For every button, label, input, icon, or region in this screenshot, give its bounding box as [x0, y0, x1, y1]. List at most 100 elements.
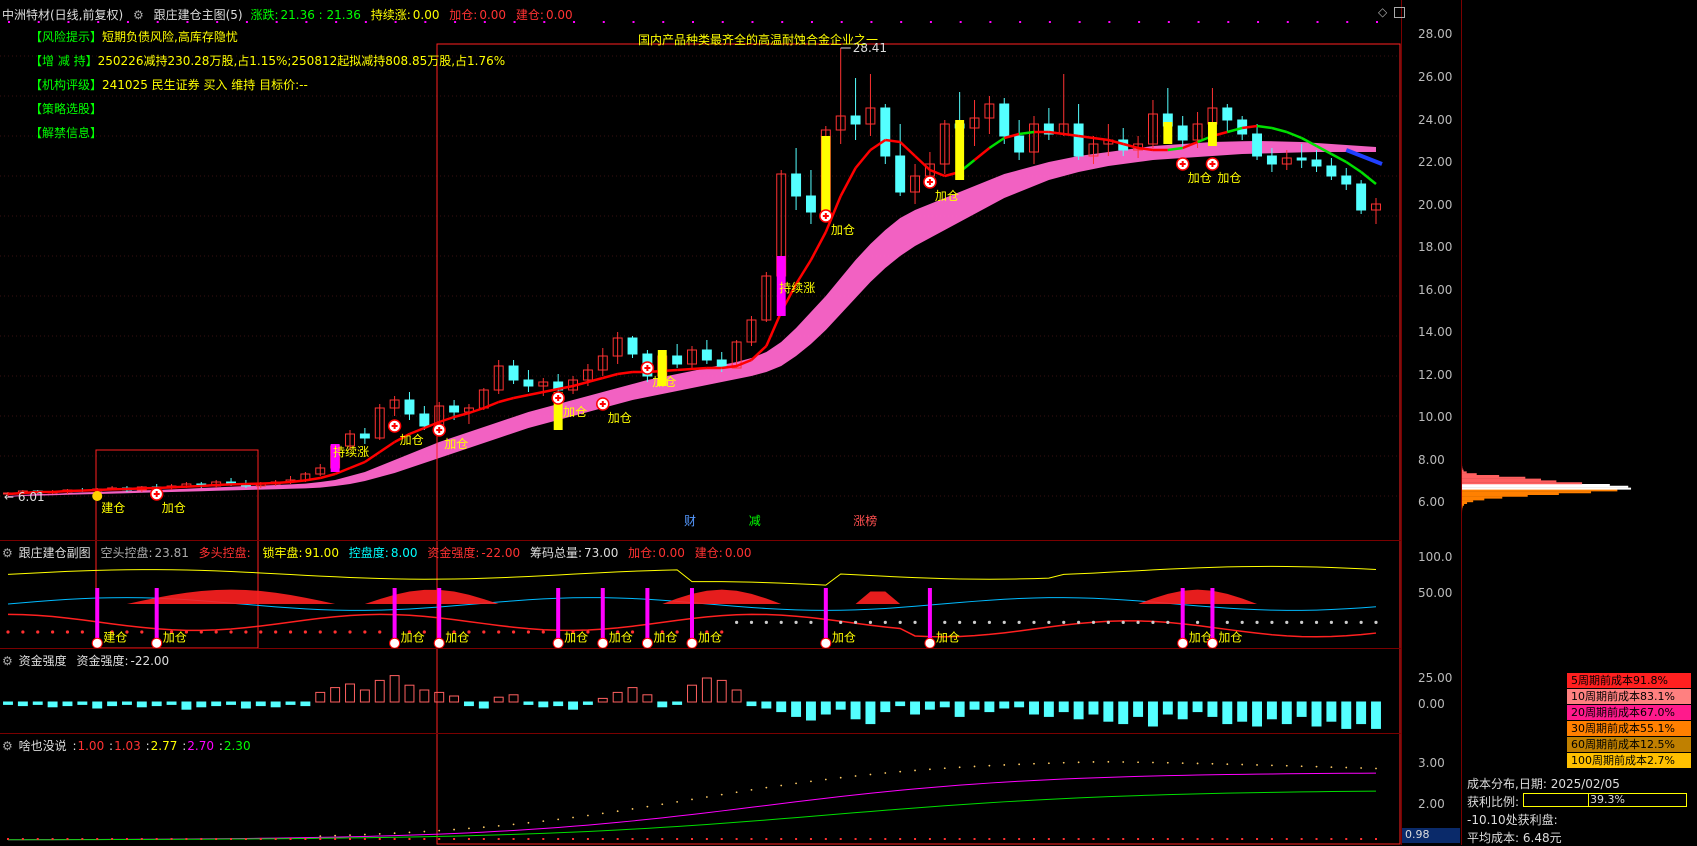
fund-bar	[911, 702, 920, 714]
candle-body	[1357, 184, 1366, 210]
panel-separator	[0, 733, 1402, 734]
sub3-base-dot	[676, 838, 678, 840]
sub3-base-dot	[364, 838, 366, 840]
sub1-dot	[899, 621, 902, 624]
fund-bar	[63, 702, 72, 706]
dot-marker	[1079, 21, 1081, 23]
info-key: 【风险提示】	[30, 30, 102, 44]
jc-value: 0.00	[479, 8, 506, 22]
fund-bar	[1178, 702, 1187, 719]
fund-bar	[420, 690, 429, 702]
sub3-name[interactable]: 啥也没说	[19, 739, 67, 753]
sub3-dot	[498, 825, 500, 827]
sub3-dot	[1093, 761, 1095, 763]
ma-line	[1346, 162, 1361, 172]
fund-bar	[583, 702, 592, 704]
d-value: 8.00	[391, 546, 418, 560]
fund-bar	[1208, 702, 1217, 716]
sub3-dot	[1167, 762, 1169, 764]
sub1-jiacang-icon	[553, 638, 563, 648]
banner-text: 国内产品种类最齐全的高温耐蚀合金企业之一	[638, 31, 878, 48]
sub1-dot	[21, 630, 24, 633]
candle-body	[896, 156, 905, 192]
sub1-dot	[1315, 621, 1318, 624]
sub3-base-dot	[1360, 838, 1362, 840]
ma-line	[201, 485, 216, 486]
gear-icon[interactable]: ⚙	[133, 8, 144, 22]
fund-bar	[197, 702, 206, 707]
ma-line	[677, 369, 692, 370]
fund-bar	[33, 702, 42, 704]
diamond-icon[interactable]: ◇	[1378, 5, 1387, 19]
sub3-dot	[1033, 763, 1035, 765]
ma-line	[97, 489, 112, 490]
sub3-dot	[870, 774, 872, 776]
sub1-dot	[1374, 621, 1377, 624]
fund-bar	[688, 685, 697, 702]
sub3-base-dot	[1316, 838, 1318, 840]
info-strategy[interactable]: 【策略选股】	[30, 100, 102, 117]
sub1-name[interactable]: 跟庄建仓副图	[19, 546, 91, 560]
dot-marker	[1198, 21, 1200, 23]
cost-date-value: 2025/02/05	[1551, 777, 1620, 791]
fund-bar	[390, 676, 399, 702]
sub1-red-area	[1138, 590, 1257, 604]
sub1-dot	[988, 621, 991, 624]
ma-line	[186, 486, 201, 487]
jiacang-label: 加仓	[162, 501, 186, 515]
fund-bar	[524, 702, 533, 704]
dot-marker	[1108, 21, 1110, 23]
gear-icon[interactable]: ⚙	[2, 654, 13, 668]
sub3-base-dot	[1152, 838, 1154, 840]
sub3-base-dot	[81, 838, 83, 840]
fund-bar	[777, 702, 786, 712]
sub3-base-dot	[96, 838, 98, 840]
ytick: 8.00	[1418, 453, 1445, 467]
sub1-dot	[913, 621, 916, 624]
dot-marker	[900, 21, 902, 23]
sub3-base-dot	[185, 838, 187, 840]
info-key[interactable]: 【解禁信息】	[30, 126, 102, 140]
sub2-name[interactable]: 资金强度	[19, 654, 67, 668]
ytick: 3.00	[1418, 756, 1445, 770]
info-key[interactable]: 【策略选股】	[30, 102, 102, 116]
dot-marker	[841, 21, 843, 23]
stock-title[interactable]: 中洲特材(日线,前复权)	[2, 8, 123, 22]
sub1-jiacang-icon	[434, 638, 444, 648]
dot-marker	[1227, 21, 1229, 23]
fund-bar	[539, 702, 548, 707]
gear-icon[interactable]: ⚙	[2, 546, 13, 560]
sub1-dot	[1047, 621, 1050, 624]
window-icon[interactable]	[1394, 7, 1405, 18]
fund-bar	[821, 702, 830, 714]
sub3-base-dot	[899, 838, 901, 840]
sub3-dot	[840, 777, 842, 779]
sub1-jiacang-icon	[598, 638, 608, 648]
sub3-dot	[646, 806, 648, 808]
sub3-base-dot	[691, 838, 693, 840]
indicator-name[interactable]: 跟庄建仓主图(5)	[154, 8, 243, 22]
fund-bar	[613, 692, 622, 702]
ma-line	[766, 312, 781, 346]
ytick: 24.00	[1418, 113, 1452, 127]
f-value: 73.00	[584, 546, 618, 560]
fund-bar	[925, 702, 934, 709]
sub3-dot	[974, 766, 976, 768]
fund-bar	[598, 698, 607, 702]
fund-bar	[479, 702, 488, 708]
jiacang-label: 加仓	[935, 189, 959, 203]
sub3-dot	[1345, 767, 1347, 769]
sub3-base-dot	[884, 838, 886, 840]
jiacang-label: 加仓	[831, 223, 855, 237]
jiacang-label: 加仓	[1217, 171, 1241, 185]
ma-line	[856, 150, 871, 168]
sub1-red-area	[856, 592, 901, 604]
fund-bar	[108, 702, 117, 706]
info-unlock[interactable]: 【解禁信息】	[30, 124, 102, 141]
sub3-dot	[706, 796, 708, 798]
ma-blue-tail	[1346, 150, 1382, 164]
gear-icon[interactable]: ⚙	[2, 739, 13, 753]
sub1-dot	[51, 630, 54, 633]
zd-label: 涨跌:	[250, 8, 278, 22]
ma-line	[127, 488, 142, 489]
